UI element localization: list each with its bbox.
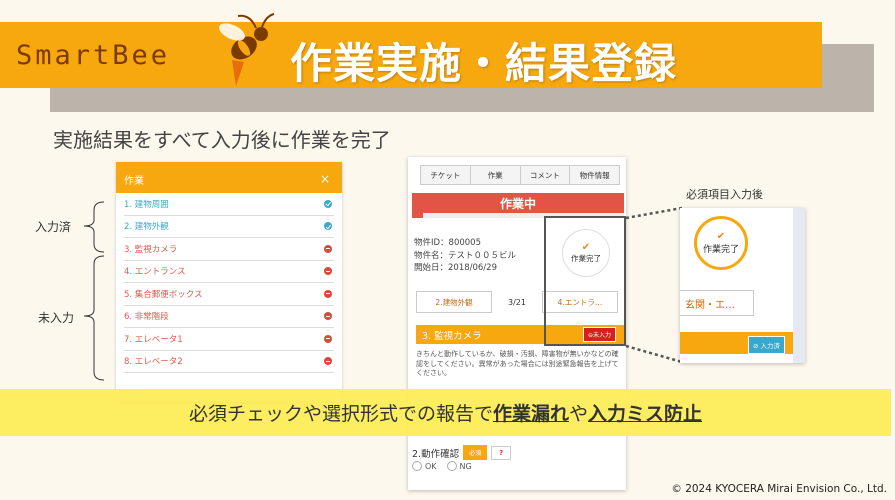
radio-ng-label: NG [459, 461, 472, 471]
check-icon [324, 199, 332, 208]
task-item-label: 1. 建物周囲 [124, 199, 169, 210]
highlight-box [544, 216, 626, 346]
property-name: 物件名：テスト００５ビル [414, 250, 517, 261]
zoomed-view: ✔ 作業完了 玄関・エ… ⊘ 入力済 [680, 208, 805, 363]
question-2: 2.動作確認 必須 ? [412, 445, 512, 460]
check-icon [324, 222, 332, 231]
radio-ok-label: OK [425, 461, 437, 471]
bee-icon [218, 13, 275, 86]
caption-emphasis-1: 作業漏れ [492, 403, 569, 425]
property-id: 物件ID：800005 [414, 238, 482, 248]
minus-icon [324, 334, 332, 343]
task-item-label: 2. 建物外観 [124, 222, 169, 233]
property-info: 物件ID：800005 物件名：テスト００５ビル 開始日：2018/06/29 [414, 237, 516, 275]
page-subtitle: 実施結果をすべて入力後に作業を完了 [53, 128, 391, 152]
task-item[interactable]: 1. 建物周囲 [124, 193, 334, 216]
task-item[interactable]: 6. 非常階段 [124, 306, 334, 328]
task-item-label: 6. 非常階段 [124, 312, 169, 323]
task-item-label: 4. エントランス [124, 267, 186, 278]
progress-fill [412, 213, 423, 218]
caption-text-2: や [569, 403, 589, 425]
task-item[interactable]: 4. エントランス [124, 261, 334, 283]
minus-icon [324, 312, 332, 321]
caption-emphasis-2: 入力ミス防止 [588, 403, 703, 425]
question-label: 2.動作確認 [412, 448, 460, 460]
complete-button-label: 作業完了 [702, 244, 739, 255]
caption-text-1: 必須チェックや選択形式での報告で [188, 403, 493, 425]
brace-graphic [83, 201, 105, 381]
task-panel-title: 作業 [124, 176, 144, 187]
tab-comment[interactable]: コメント [520, 166, 571, 184]
task-item-label: 5. 集合郵便ボックス [124, 289, 203, 300]
minus-icon [324, 289, 332, 298]
task-item-label: 3. 監視カメラ [124, 244, 178, 255]
minus-icon [324, 244, 332, 253]
complete-button-zoomed[interactable]: ✔ 作業完了 [694, 216, 748, 270]
task-item[interactable]: 8. エレベータ2 [124, 351, 334, 373]
task-item[interactable]: 3. 監視カメラ [124, 238, 334, 261]
connector-lines [625, 206, 683, 364]
tab-work[interactable]: 作業 [470, 166, 521, 184]
radio-ng[interactable]: NG [446, 461, 472, 471]
required-badge: 必須 [463, 445, 488, 460]
prev-item-button[interactable]: 2.建物外観 [416, 291, 492, 313]
header-banner: SmartBee 作業実施・結果登録 [0, 13, 822, 88]
task-item[interactable]: 2. 建物外観 [124, 216, 334, 238]
copyright: © 2024 KYOCERA Mirai Envision Co., Ltd. [671, 483, 887, 495]
tab-property-info[interactable]: 物件情報 [570, 166, 619, 184]
caption-banner: 必須チェックや選択形式での報告で 作業漏れや入力ミス防止 [0, 389, 891, 436]
tab-bar: チケット 作業 コメント 物件情報 [420, 165, 620, 185]
work-status-bar: 作業中 [412, 193, 624, 213]
radio-circle[interactable] [446, 461, 457, 471]
page-indicator: 3/21 [508, 297, 526, 307]
zoom-caption: 必須項目入力後 [686, 188, 763, 201]
entered-badge: ⊘ 入力済 [747, 336, 785, 354]
radio-circle[interactable] [412, 461, 422, 471]
task-item-label: 7. エレベータ1 [124, 334, 183, 345]
section-title: 3. 監視カメラ [422, 330, 482, 342]
section-header-zoomed: ⊘ 入力済 [680, 332, 793, 354]
page-title: 作業実施・結果登録 [290, 39, 678, 88]
minus-icon [324, 357, 332, 366]
zoom-edge [793, 208, 805, 363]
answer-options: OK NG [412, 461, 472, 471]
task-list-panel: 作業 × 1. 建物周囲 2. 建物外観 3. 監視カメラ 4. エントランス … [116, 162, 342, 402]
task-item-label: 8. エレベータ2 [124, 357, 183, 368]
minus-icon [324, 267, 332, 276]
instruction-text: きちんと動作しているか、破損・汚損、障害物が無いかなどの確認をしてください。異常… [416, 350, 619, 377]
start-date: 開始日：2018/06/29 [414, 263, 497, 273]
task-item[interactable]: 7. エレベータ1 [124, 328, 334, 351]
help-button[interactable]: ? [491, 445, 512, 460]
entered-label: 入力済 [35, 220, 72, 234]
smartbee-logo: SmartBee [16, 40, 171, 71]
check-icon: ✔ [716, 230, 726, 242]
next-item-button-zoomed[interactable]: 玄関・エ… [680, 290, 754, 316]
not-entered-label: 未入力 [38, 311, 75, 325]
task-panel-header: 作業 × [116, 162, 342, 193]
close-icon[interactable]: × [320, 172, 330, 186]
task-item[interactable]: 5. 集合郵便ボックス [124, 283, 334, 306]
task-list: 1. 建物周囲 2. 建物外観 3. 監視カメラ 4. エントランス 5. 集合… [116, 193, 342, 373]
radio-ok[interactable]: OK [412, 461, 437, 471]
tab-ticket[interactable]: チケット [421, 166, 471, 184]
